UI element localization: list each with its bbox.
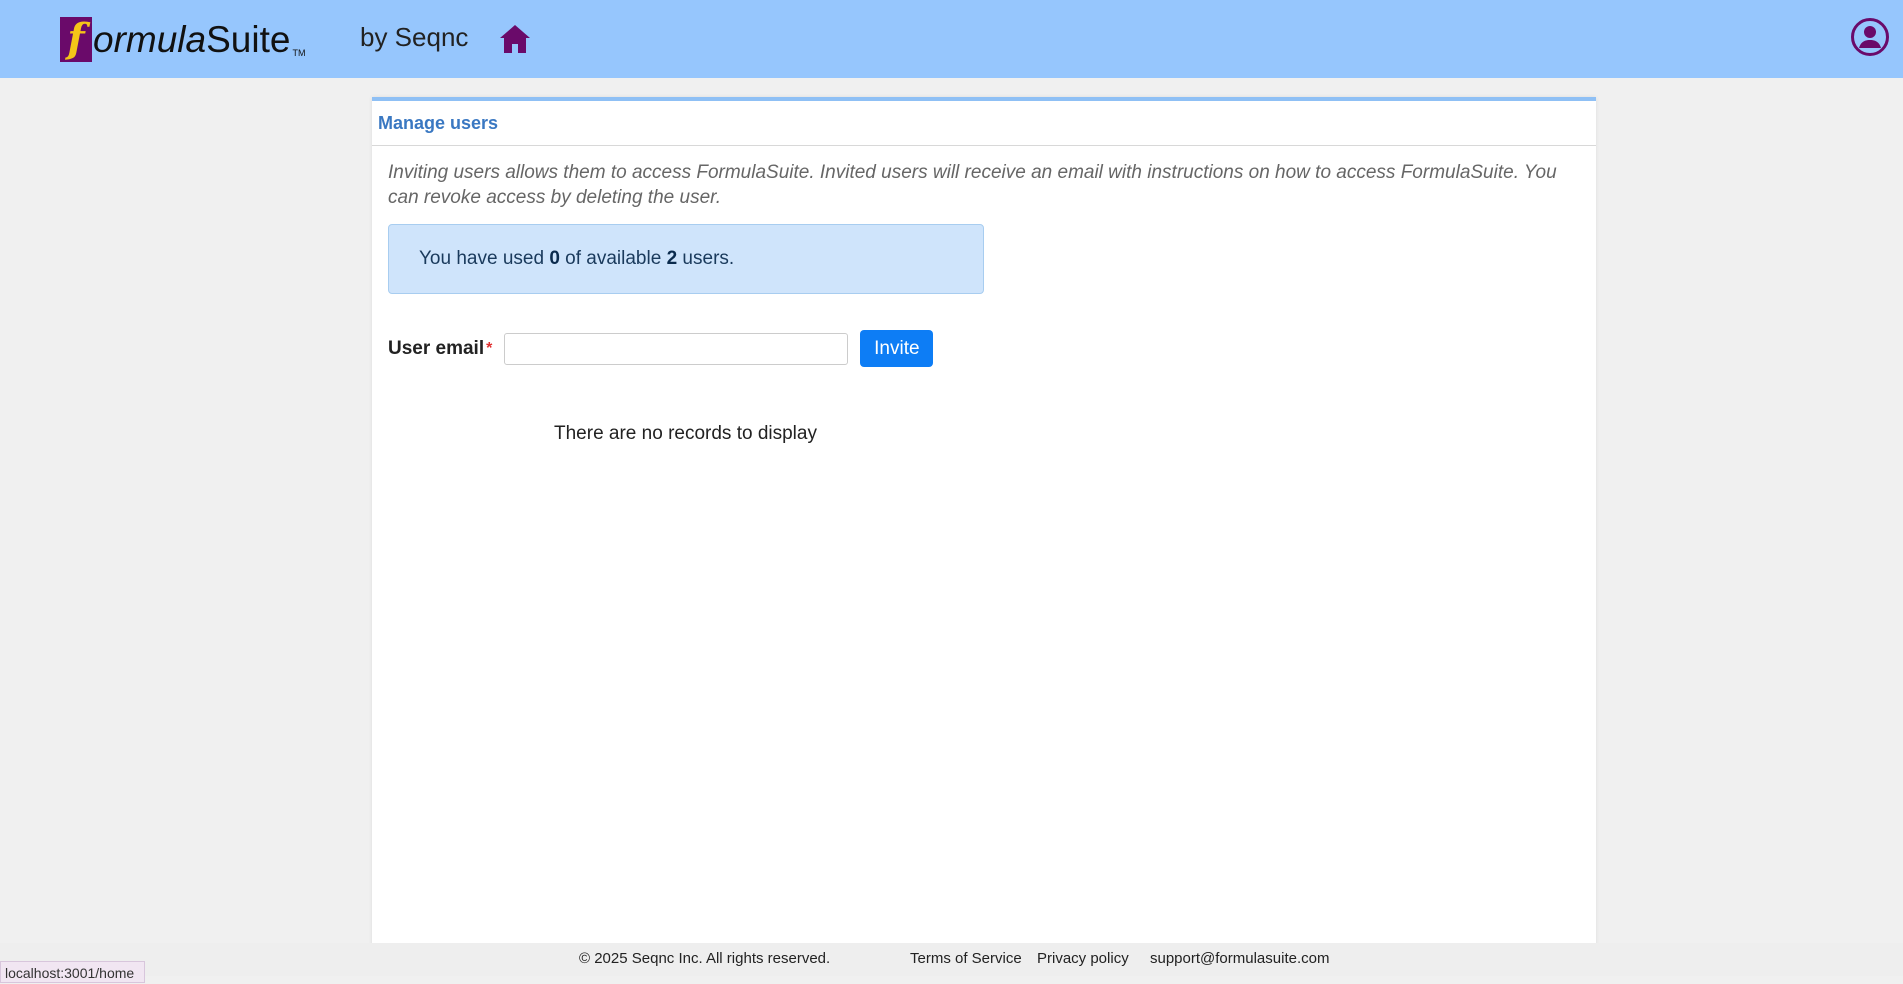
footer: © 2025 Seqnc Inc. All rights reserved. T… [0,943,1903,976]
usage-info-box: You have used 0 of available 2 users. [388,224,984,294]
formulasuite-logo[interactable]: f ormula Suite TM [60,16,305,62]
usage-suffix: users. [677,248,735,269]
support-email-link[interactable]: support@formulasuite.com [1150,950,1329,967]
terms-of-service-link[interactable]: Terms of Service [910,950,1022,967]
privacy-policy-link[interactable]: Privacy policy [1037,950,1129,967]
required-mark: * [486,339,493,357]
panel-body: Inviting users allows them to access For… [372,146,1596,459]
browser-status-url: localhost:3001/home [0,961,146,983]
user-email-input[interactable] [504,332,849,365]
usage-prefix: You have used [419,248,550,269]
copyright-text: © 2025 Seqnc Inc. All rights reserved. [579,950,831,967]
user-email-label: User email [388,337,485,359]
logo-ormula-text: ormula [93,19,207,60]
usage-available-count: 2 [666,248,678,269]
logo-trademark: TM [292,48,306,58]
logo-suite-text: Suite [206,19,291,60]
user-circle-icon[interactable] [1850,17,1890,57]
invite-button[interactable]: Invite [860,330,934,367]
manage-users-panel: Manage users Inviting users allows them … [372,97,1596,947]
usage-used-count: 0 [549,248,560,269]
page-title: Manage users [378,112,499,133]
home-icon[interactable] [498,22,532,56]
logo-f-box: f [60,17,92,62]
empty-records-message: There are no records to display [554,423,817,444]
usage-middle: of available [559,248,667,269]
panel-header: Manage users [372,101,1596,146]
intro-text: Inviting users allows them to access For… [388,162,1557,208]
invite-form: User email * Invite [388,330,1580,367]
by-seqnc-label: by Seqnc [360,22,469,52]
top-navbar: f ormula Suite TM by Seqnc [0,0,1903,78]
